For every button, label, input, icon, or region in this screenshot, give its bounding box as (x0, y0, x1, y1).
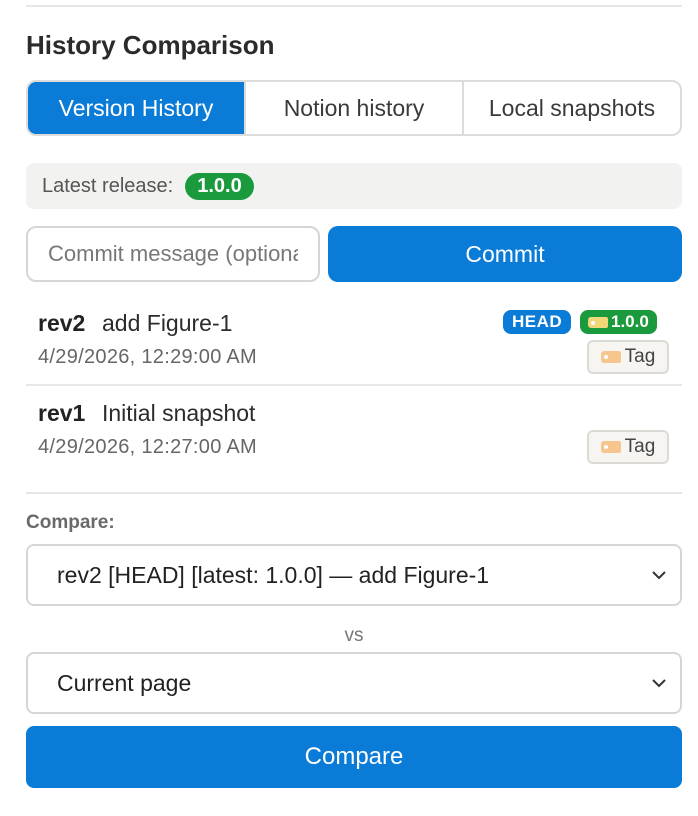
tab-bar: Version History Notion history Local sna… (26, 80, 682, 136)
tag-icon (588, 316, 608, 328)
tag-icon (600, 351, 621, 363)
tab-version-history[interactable]: Version History (28, 82, 246, 134)
version-tag-label: 1.0.0 (611, 312, 649, 331)
chevron-down-icon (652, 679, 666, 688)
revision-message: add Figure-1 (102, 310, 233, 336)
latest-release-label: Latest release: (42, 174, 174, 197)
revision-row[interactable]: rev1 Initial snapshot 4/29/2026, 12:27:0… (26, 388, 682, 476)
revision-id: rev1 (38, 400, 86, 426)
latest-release-badge: 1.0.0 (185, 172, 254, 200)
tag-button[interactable]: Tag (587, 430, 669, 464)
latest-release-bar: Latest release: 1.0.0 (26, 163, 682, 209)
section-divider (26, 492, 682, 494)
revision-id: rev2 (38, 310, 86, 336)
commit-button[interactable]: Commit (328, 226, 682, 282)
tag-button-label: Tag (624, 436, 656, 457)
top-divider (26, 5, 682, 7)
compare-left-select[interactable]: rev2 [HEAD] [latest: 1.0.0] — add Figure… (26, 544, 682, 606)
tab-local-snapshots[interactable]: Local snapshots (464, 82, 680, 134)
vs-label: vs (344, 625, 364, 646)
chevron-down-icon (652, 571, 666, 580)
head-badge: HEAD (503, 310, 572, 334)
tab-notion-history[interactable]: Notion history (246, 82, 464, 134)
version-tag-badge: 1.0.0 (580, 310, 657, 334)
tag-button[interactable]: Tag (587, 340, 669, 374)
commit-message-input[interactable] (26, 226, 320, 282)
revision-message: Initial snapshot (102, 400, 256, 426)
page-title: History Comparison (26, 30, 275, 60)
compare-button[interactable]: Compare (26, 726, 682, 788)
compare-label: Compare: (26, 512, 115, 533)
revision-timestamp: 4/29/2026, 12:27:00 AM (38, 436, 257, 458)
revision-row[interactable]: rev2 add Figure-1 HEAD 1.0.0 4/29/2026, … (26, 298, 682, 386)
revision-timestamp: 4/29/2026, 12:29:00 AM (38, 346, 257, 368)
tag-button-label: Tag (624, 346, 656, 367)
compare-right-select[interactable]: Current page (26, 652, 682, 714)
compare-right-value: Current page (57, 669, 192, 696)
tag-icon (600, 441, 621, 453)
compare-left-value: rev2 [HEAD] [latest: 1.0.0] — add Figure… (57, 561, 490, 588)
